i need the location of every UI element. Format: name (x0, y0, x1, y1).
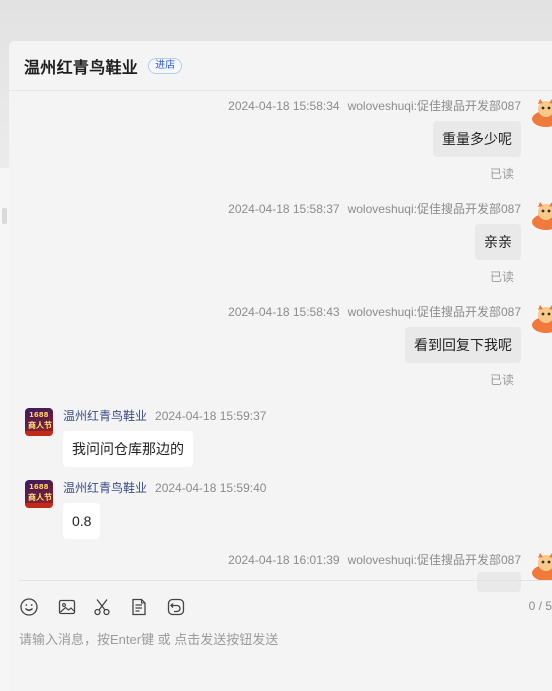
message-time: 2024-04-18 15:59:40 (155, 481, 267, 495)
message-meta: 2024-04-18 15:58:37 woloveshuqi:促佳搜品开发部08… (228, 200, 521, 217)
message-sender: woloveshuqi:促佳搜品开发部087 (347, 202, 521, 216)
shop-name: 温州红青鸟鞋业 (24, 59, 139, 77)
avatar-text: 商人节 (28, 493, 52, 502)
message-sender[interactable]: 温州红青鸟鞋业 (63, 409, 147, 423)
scroll-marker (2, 208, 7, 224)
chat-panel: 温州红青鸟鞋业 进店 2024-04-18 15:58:34 woloveshuq… (9, 41, 552, 691)
agent-avatar-icon (532, 305, 552, 333)
message-bubble[interactable]: 我问问仓库那边的 (63, 431, 193, 467)
message-bubble[interactable]: 亲亲 (475, 224, 521, 260)
input-divider (19, 580, 552, 581)
avatar-text: 1688 (29, 411, 49, 419)
avatar-text: 商人节 (28, 421, 52, 430)
message-sender: woloveshuqi:促佳搜品开发部087 (347, 553, 521, 567)
input-placeholder: 请输入消息，按Enter键 或 点击发送按钮发送 (19, 632, 279, 647)
message-sender[interactable]: 温州红青鸟鞋业 (63, 481, 147, 495)
message-meta: 2024-04-18 15:58:43 woloveshuqi:促佳搜品开发部08… (228, 303, 521, 320)
message-time: 2024-04-18 15:58:37 (228, 202, 340, 216)
enter-shop-button[interactable]: 进店 (148, 57, 183, 74)
emoji-icon[interactable] (19, 597, 39, 617)
message-bubble[interactable] (477, 572, 521, 592)
message-meta: 2024-04-18 16:01:39 woloveshuqi:促佳搜品开发部08… (228, 551, 521, 568)
message-list[interactable]: 2024-04-18 15:58:34 woloveshuqi:促佳搜品开发部08… (9, 92, 552, 620)
input-toolbar (9, 594, 552, 620)
scissors-icon[interactable] (92, 597, 112, 617)
agent-avatar-icon (532, 202, 552, 230)
agent-avatar-icon (532, 99, 552, 127)
message-bubble[interactable]: 0.8 (63, 503, 101, 539)
read-status: 已读 (489, 167, 514, 181)
background-left-strip (0, 168, 9, 691)
read-status: 已读 (489, 270, 514, 284)
message-meta: 2024-04-18 15:58:34 woloveshuqi:促佳搜品开发部08… (228, 97, 521, 114)
shop-avatar[interactable]: 1688 商人节 (25, 480, 53, 508)
agent-avatar-icon (532, 553, 552, 581)
char-counter: 0 / 5 (528, 599, 552, 613)
chat-header: 温州红青鸟鞋业 进店 (9, 41, 552, 91)
message-time: 2024-04-18 15:59:37 (155, 409, 267, 423)
message-bubble[interactable]: 看到回复下我呢 (405, 327, 521, 363)
message-time: 2024-04-18 16:01:39 (228, 553, 340, 567)
shop-avatar[interactable]: 1688 商人节 (25, 408, 53, 436)
message-bubble[interactable]: 重量多少呢 (433, 121, 521, 157)
message-sender: woloveshuqi:促佳搜品开发部087 (347, 305, 521, 319)
message-input[interactable]: 请输入消息，按Enter键 或 点击发送按钮发送 (9, 623, 552, 691)
message-time: 2024-04-18 15:58:34 (228, 99, 340, 113)
message-meta: 温州红青鸟鞋业 2024-04-18 15:59:37 (63, 407, 274, 424)
undo-icon[interactable] (166, 597, 186, 617)
image-icon[interactable] (57, 597, 77, 617)
message-time: 2024-04-18 15:58:43 (228, 305, 340, 319)
document-icon[interactable] (129, 597, 149, 617)
read-status: 已读 (489, 373, 514, 387)
message-meta: 温州红青鸟鞋业 2024-04-18 15:59:40 (63, 479, 274, 496)
avatar-text: 1688 (29, 483, 49, 491)
message-sender: woloveshuqi:促佳搜品开发部087 (347, 99, 521, 113)
